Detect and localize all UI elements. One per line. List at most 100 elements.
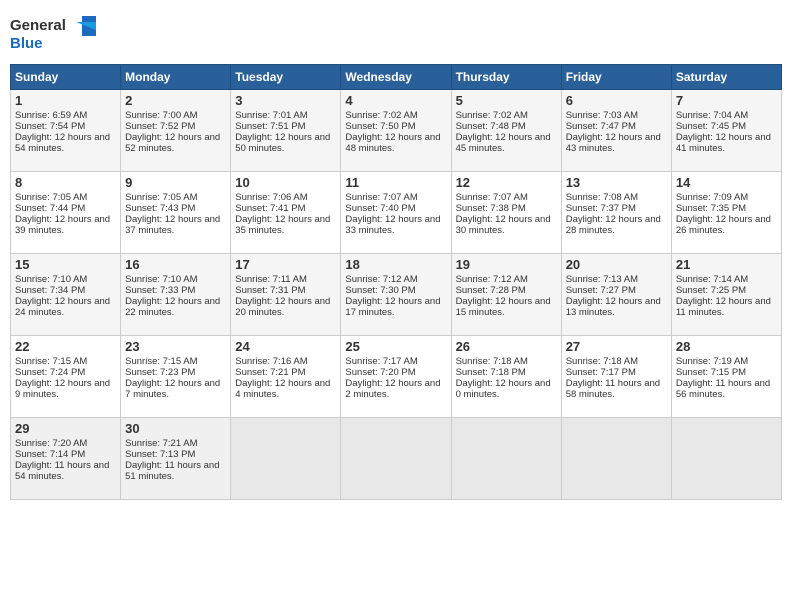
daylight-text: Daylight: 12 hours and 37 minutes. bbox=[125, 214, 226, 236]
daylight-text: Daylight: 12 hours and 26 minutes. bbox=[676, 214, 777, 236]
calendar-cell: 17Sunrise: 7:11 AMSunset: 7:31 PMDayligh… bbox=[231, 254, 341, 336]
day-number: 12 bbox=[456, 175, 557, 190]
sunset-text: Sunset: 7:44 PM bbox=[15, 203, 116, 214]
day-number: 29 bbox=[15, 421, 116, 436]
day-number: 3 bbox=[235, 93, 336, 108]
calendar-cell: 24Sunrise: 7:16 AMSunset: 7:21 PMDayligh… bbox=[231, 336, 341, 418]
calendar-cell: 20Sunrise: 7:13 AMSunset: 7:27 PMDayligh… bbox=[561, 254, 671, 336]
daylight-text: Daylight: 12 hours and 33 minutes. bbox=[345, 214, 446, 236]
sunrise-text: Sunrise: 7:07 AM bbox=[345, 192, 446, 203]
calendar-cell bbox=[561, 418, 671, 500]
calendar-cell: 25Sunrise: 7:17 AMSunset: 7:20 PMDayligh… bbox=[341, 336, 451, 418]
sunset-text: Sunset: 7:18 PM bbox=[456, 367, 557, 378]
day-number: 1 bbox=[15, 93, 116, 108]
sunrise-text: Sunrise: 7:04 AM bbox=[676, 110, 777, 121]
calendar-cell: 18Sunrise: 7:12 AMSunset: 7:30 PMDayligh… bbox=[341, 254, 451, 336]
calendar-cell: 6Sunrise: 7:03 AMSunset: 7:47 PMDaylight… bbox=[561, 90, 671, 172]
day-header-wednesday: Wednesday bbox=[341, 65, 451, 90]
sunrise-text: Sunrise: 7:10 AM bbox=[125, 274, 226, 285]
sunset-text: Sunset: 7:38 PM bbox=[456, 203, 557, 214]
sunset-text: Sunset: 7:51 PM bbox=[235, 121, 336, 132]
header-row: SundayMondayTuesdayWednesdayThursdayFrid… bbox=[11, 65, 782, 90]
calendar-cell: 7Sunrise: 7:04 AMSunset: 7:45 PMDaylight… bbox=[671, 90, 781, 172]
sunrise-text: Sunrise: 7:19 AM bbox=[676, 356, 777, 367]
day-number: 23 bbox=[125, 339, 226, 354]
daylight-text: Daylight: 12 hours and 48 minutes. bbox=[345, 132, 446, 154]
daylight-text: Daylight: 12 hours and 24 minutes. bbox=[15, 296, 116, 318]
sunset-text: Sunset: 7:54 PM bbox=[15, 121, 116, 132]
calendar-cell: 8Sunrise: 7:05 AMSunset: 7:44 PMDaylight… bbox=[11, 172, 121, 254]
calendar-cell: 14Sunrise: 7:09 AMSunset: 7:35 PMDayligh… bbox=[671, 172, 781, 254]
sunrise-text: Sunrise: 7:15 AM bbox=[125, 356, 226, 367]
day-number: 30 bbox=[125, 421, 226, 436]
sunset-text: Sunset: 7:21 PM bbox=[235, 367, 336, 378]
day-header-friday: Friday bbox=[561, 65, 671, 90]
sunrise-text: Sunrise: 7:01 AM bbox=[235, 110, 336, 121]
calendar-cell: 12 Sunrise: 7:07 AMSunset: 7:38 PMDayligh… bbox=[451, 172, 561, 254]
sunrise-text: Sunrise: 7:02 AM bbox=[345, 110, 446, 121]
sunset-text: Sunset: 7:47 PM bbox=[566, 121, 667, 132]
calendar-cell: 5Sunrise: 7:02 AMSunset: 7:48 PMDaylight… bbox=[451, 90, 561, 172]
daylight-text: Daylight: 11 hours and 58 minutes. bbox=[566, 378, 667, 400]
svg-text:Blue: Blue bbox=[10, 35, 43, 52]
day-number: 22 bbox=[15, 339, 116, 354]
svg-text:General: General bbox=[10, 17, 66, 34]
daylight-text: Daylight: 12 hours and 13 minutes. bbox=[566, 296, 667, 318]
sunrise-text: Sunrise: 7:16 AM bbox=[235, 356, 336, 367]
daylight-text: Daylight: 12 hours and 15 minutes. bbox=[456, 296, 557, 318]
day-header-sunday: Sunday bbox=[11, 65, 121, 90]
sunrise-text: Sunrise: 7:15 AM bbox=[15, 356, 116, 367]
daylight-text: Daylight: 12 hours and 22 minutes. bbox=[125, 296, 226, 318]
sunrise-text: Sunrise: 7:07 AM bbox=[456, 192, 557, 203]
calendar-cell: 10Sunrise: 7:06 AMSunset: 7:41 PMDayligh… bbox=[231, 172, 341, 254]
day-header-thursday: Thursday bbox=[451, 65, 561, 90]
daylight-text: Daylight: 12 hours and 50 minutes. bbox=[235, 132, 336, 154]
day-number: 16 bbox=[125, 257, 226, 272]
sunset-text: Sunset: 7:37 PM bbox=[566, 203, 667, 214]
sunset-text: Sunset: 7:50 PM bbox=[345, 121, 446, 132]
calendar-cell: 2Sunrise: 7:00 AMSunset: 7:52 PMDaylight… bbox=[121, 90, 231, 172]
sunset-text: Sunset: 7:48 PM bbox=[456, 121, 557, 132]
day-number: 2 bbox=[125, 93, 226, 108]
daylight-text: Daylight: 12 hours and 20 minutes. bbox=[235, 296, 336, 318]
daylight-text: Daylight: 12 hours and 52 minutes. bbox=[125, 132, 226, 154]
daylight-text: Daylight: 11 hours and 54 minutes. bbox=[15, 460, 116, 482]
sunset-text: Sunset: 7:17 PM bbox=[566, 367, 667, 378]
calendar-cell: 3 Sunrise: 7:01 AMSunset: 7:51 PMDaylight… bbox=[231, 90, 341, 172]
sunset-text: Sunset: 7:14 PM bbox=[15, 449, 116, 460]
calendar-cell: 16Sunrise: 7:10 AMSunset: 7:33 PMDayligh… bbox=[121, 254, 231, 336]
sunset-text: Sunset: 7:28 PM bbox=[456, 285, 557, 296]
day-number: 18 bbox=[345, 257, 446, 272]
daylight-text: Daylight: 12 hours and 43 minutes. bbox=[566, 132, 667, 154]
calendar-cell: 27Sunrise: 7:18 AMSunset: 7:17 PMDayligh… bbox=[561, 336, 671, 418]
sunset-text: Sunset: 7:13 PM bbox=[125, 449, 226, 460]
calendar-cell: 22Sunrise: 7:15 AMSunset: 7:24 PMDayligh… bbox=[11, 336, 121, 418]
calendar-cell: 1Sunrise: 6:59 AMSunset: 7:54 PMDaylight… bbox=[11, 90, 121, 172]
week-row-3: 15Sunrise: 7:10 AMSunset: 7:34 PMDayligh… bbox=[11, 254, 782, 336]
calendar-cell: 21Sunrise: 7:14 AMSunset: 7:25 PMDayligh… bbox=[671, 254, 781, 336]
sunset-text: Sunset: 7:35 PM bbox=[676, 203, 777, 214]
calendar-cell bbox=[341, 418, 451, 500]
day-number: 20 bbox=[566, 257, 667, 272]
daylight-text: Daylight: 12 hours and 41 minutes. bbox=[676, 132, 777, 154]
day-number: 4 bbox=[345, 93, 446, 108]
daylight-text: Daylight: 12 hours and 4 minutes. bbox=[235, 378, 336, 400]
sunset-text: Sunset: 7:41 PM bbox=[235, 203, 336, 214]
daylight-text: Daylight: 12 hours and 0 minutes. bbox=[456, 378, 557, 400]
sunset-text: Sunset: 7:40 PM bbox=[345, 203, 446, 214]
daylight-text: Daylight: 12 hours and 30 minutes. bbox=[456, 214, 557, 236]
calendar-table: SundayMondayTuesdayWednesdayThursdayFrid… bbox=[10, 64, 782, 500]
sunrise-text: Sunrise: 7:02 AM bbox=[456, 110, 557, 121]
day-number: 28 bbox=[676, 339, 777, 354]
day-number: 14 bbox=[676, 175, 777, 190]
day-number: 17 bbox=[235, 257, 336, 272]
calendar-cell: 29Sunrise: 7:20 AMSunset: 7:14 PMDayligh… bbox=[11, 418, 121, 500]
sunset-text: Sunset: 7:23 PM bbox=[125, 367, 226, 378]
week-row-5: 29Sunrise: 7:20 AMSunset: 7:14 PMDayligh… bbox=[11, 418, 782, 500]
sunset-text: Sunset: 7:31 PM bbox=[235, 285, 336, 296]
daylight-text: Daylight: 11 hours and 56 minutes. bbox=[676, 378, 777, 400]
sunset-text: Sunset: 7:27 PM bbox=[566, 285, 667, 296]
sunset-text: Sunset: 7:20 PM bbox=[345, 367, 446, 378]
daylight-text: Daylight: 12 hours and 11 minutes. bbox=[676, 296, 777, 318]
daylight-text: Daylight: 12 hours and 45 minutes. bbox=[456, 132, 557, 154]
